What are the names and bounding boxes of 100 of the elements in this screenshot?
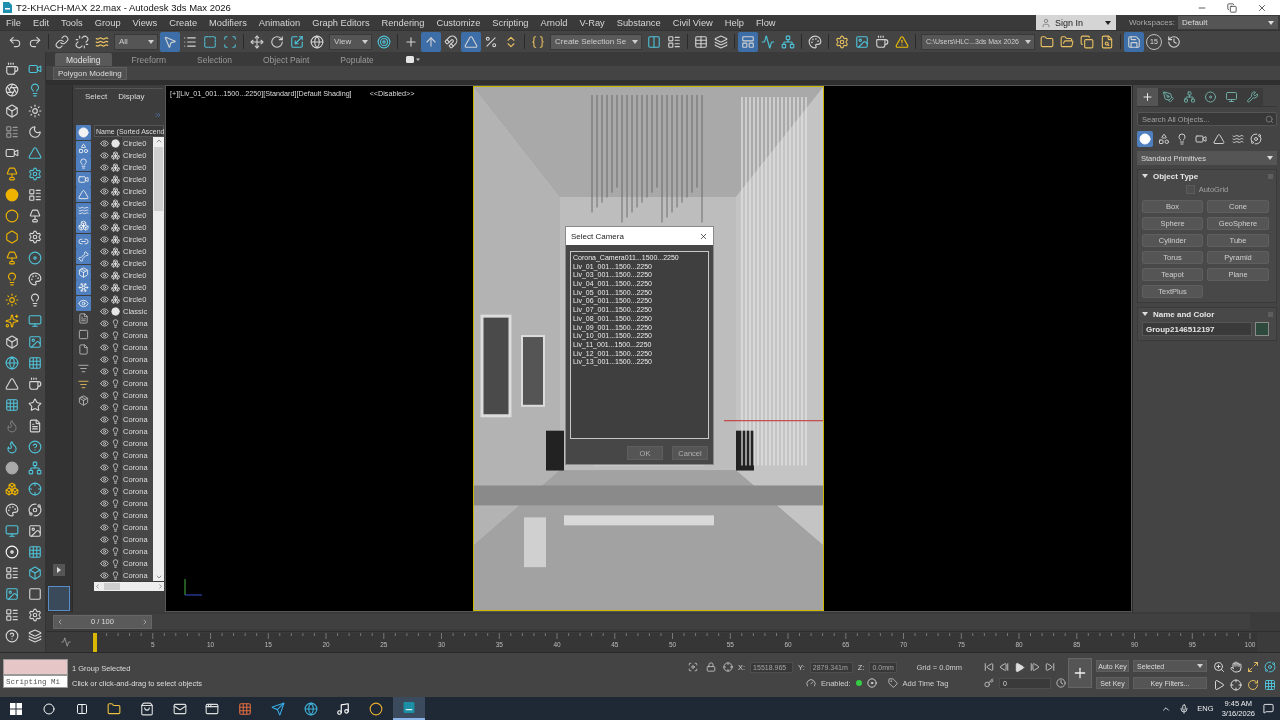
gauge-icon[interactable] [806,678,816,688]
sparkles-icon[interactable] [4,313,19,328]
eye-icon[interactable] [100,354,109,364]
panel-icon[interactable] [738,31,758,52]
listener-output-field[interactable] [3,659,68,675]
flame-icon[interactable] [4,439,19,454]
lightbulb-icon[interactable] [111,366,120,376]
play-icon[interactable] [1213,679,1225,691]
boxes-icon[interactable] [111,186,120,196]
triangle-icon[interactable] [4,376,19,391]
waves-icon[interactable] [95,34,109,49]
object-name-field[interactable]: Group2146512197 [1142,322,1252,336]
lightbulb-icon[interactable] [111,474,120,484]
move-icon[interactable] [250,34,264,49]
step-forward-icon[interactable] [1030,662,1040,672]
grid-icon[interactable] [1264,679,1276,691]
list-icon[interactable] [4,607,19,622]
menu-item[interactable]: Scripting [486,17,535,28]
lightbulb-icon[interactable] [111,378,120,388]
lightbulb-icon[interactable] [111,450,120,460]
lightbulb-icon[interactable] [111,486,120,496]
eye-icon[interactable] [100,282,109,292]
sign-in-button[interactable]: Sign In [1035,15,1116,30]
pen-icon[interactable] [1158,88,1179,106]
sun-icon[interactable] [4,292,19,307]
rollout-caret-icon[interactable] [1142,311,1148,317]
warning-icon[interactable] [895,34,909,49]
boxes-icon[interactable] [111,198,120,208]
gear-icon[interactable] [835,34,849,49]
eye-icon[interactable] [100,390,109,400]
zoom-icon[interactable] [1213,661,1225,673]
boxes-icon[interactable] [76,218,91,234]
menu-item[interactable]: Create [163,17,204,28]
mic-icon[interactable] [1179,703,1190,714]
orbit-icon[interactable] [1264,661,1276,673]
file-icon[interactable] [78,344,89,356]
curve-icon[interactable] [61,637,71,647]
shapes-icon[interactable] [1157,132,1170,145]
folder-open-icon[interactable] [1060,34,1074,49]
eye-icon[interactable] [100,438,109,448]
eye-icon[interactable] [100,306,109,316]
filter-icon[interactable] [78,378,89,390]
boxes-icon[interactable] [111,258,120,268]
lightbulb-icon[interactable] [111,402,120,412]
moon-icon[interactable] [27,124,42,139]
list-icon[interactable] [4,565,19,580]
grid-icon[interactable] [4,397,19,412]
ribbon-tab[interactable]: Object Paint [251,53,321,66]
eye-icon[interactable] [100,150,109,160]
eye-icon[interactable] [100,546,109,556]
redo-icon[interactable] [28,34,42,49]
image-icon[interactable] [4,586,19,601]
ribbon-tab[interactable]: Populate [329,53,385,66]
boxes-icon[interactable] [111,150,120,160]
shapes-icon[interactable] [76,140,91,156]
target-icon[interactable] [377,34,391,49]
eye-icon[interactable] [100,366,109,376]
braces-icon[interactable] [531,34,545,49]
network-icon[interactable] [781,34,795,49]
unlink-icon[interactable] [75,34,89,49]
palette-icon[interactable] [808,34,822,49]
link-icon[interactable] [55,34,69,49]
crosshair-icon[interactable] [1230,679,1242,691]
toggle-caret-icon[interactable] [405,56,420,63]
lightbulb-icon[interactable] [111,462,120,472]
eye-icon[interactable] [100,294,109,304]
time-marker[interactable] [93,632,97,652]
magnet-icon[interactable] [444,34,458,49]
chevrons-icon[interactable] [504,34,518,49]
list-icon[interactable] [27,187,42,202]
eye-icon[interactable] [100,522,109,532]
save-icon[interactable] [1124,31,1144,52]
notification-icon[interactable] [1263,703,1274,714]
lightbulb-icon[interactable] [111,534,120,544]
filter-icon[interactable] [78,362,89,374]
chevron-down-icon[interactable] [154,573,163,581]
package-icon[interactable] [78,394,89,406]
plus-icon[interactable] [1137,88,1158,106]
eye-icon[interactable] [100,486,109,496]
globe-icon[interactable] [303,701,318,716]
snowflake-icon[interactable] [76,280,91,296]
status-dot-icon[interactable] [855,680,862,686]
eye-icon[interactable] [100,414,109,424]
list-icon[interactable] [4,124,19,139]
menu-item[interactable]: Tools [55,17,89,28]
eye-icon[interactable] [76,295,91,311]
scrollbar-thumb[interactable] [104,583,120,590]
scan-icon[interactable] [223,34,237,49]
folder-icon[interactable] [107,701,122,716]
play-icon[interactable] [1014,661,1025,673]
rollout-caret-icon[interactable] [1142,173,1148,179]
eye-icon[interactable] [100,318,109,328]
menu-item[interactable]: Graph Editors [306,17,376,28]
lightbulb-icon[interactable] [111,414,120,424]
selection-set-field[interactable]: Create Selection Se [550,33,642,50]
undo-icon[interactable] [8,34,22,49]
monitor-icon[interactable] [4,523,19,538]
triangle-icon[interactable] [1213,132,1225,145]
image-icon[interactable] [855,34,869,49]
boxes-icon[interactable] [111,210,120,220]
